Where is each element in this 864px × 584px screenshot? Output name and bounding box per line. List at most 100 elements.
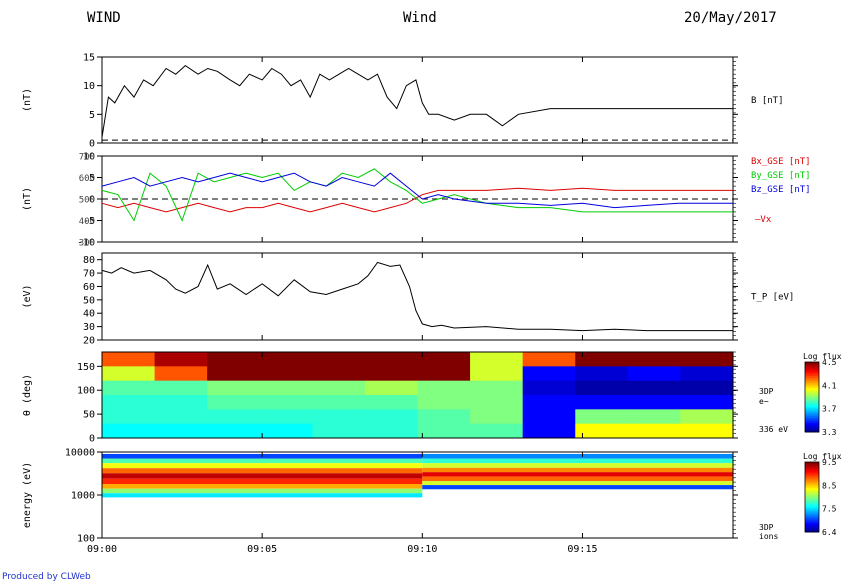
heatmap-cell <box>259 366 313 382</box>
y-tick-label: 150 <box>77 362 95 373</box>
y-tick-label: 15 <box>83 53 95 64</box>
heatmap-cell <box>102 423 156 439</box>
heatmap-cell <box>259 395 313 410</box>
heatmap-cell <box>417 380 471 396</box>
heatmap-cell <box>522 366 576 382</box>
heatmap-cell <box>154 423 208 439</box>
y-tick-label: 50 <box>83 410 95 421</box>
heatmap-cell <box>259 352 313 367</box>
heatmap-cell <box>627 409 681 425</box>
heatmap-cell <box>102 380 156 396</box>
right-label: 3DP <box>759 387 774 396</box>
heatmap-cell <box>364 395 418 410</box>
right-label: e− <box>759 397 769 406</box>
heatmap-cell <box>312 423 366 439</box>
heatmap-cell <box>470 395 524 410</box>
heatmap-cell <box>207 423 261 439</box>
heatmap-cell <box>312 366 366 382</box>
secondary-y-tick-label: 500 <box>79 196 95 206</box>
heatmap-cell <box>154 352 208 367</box>
heatmap-cell <box>575 423 629 439</box>
y-tick-label: 20 <box>83 336 95 347</box>
right-label: 3DP <box>759 523 774 532</box>
spectrogram-band <box>422 485 733 490</box>
heatmap-cell <box>364 380 418 396</box>
heatmap-cell <box>522 380 576 396</box>
y-axis-label: (nT) <box>22 88 33 112</box>
y-tick-label: 80 <box>83 255 95 266</box>
y-tick-label: 100 <box>77 386 95 397</box>
colorbar-tick-label: 4.1 <box>822 381 837 390</box>
y-axis-label: (nT) <box>22 187 33 211</box>
heatmap-cell <box>522 352 576 367</box>
heatmap-cell <box>470 352 524 367</box>
y-tick-label: 1000 <box>71 491 95 502</box>
heatmap-cell <box>102 395 156 410</box>
heatmap-cell <box>102 352 156 367</box>
heatmap-cell <box>102 366 156 382</box>
y-tick-label: 30 <box>83 322 95 333</box>
heatmap-cell <box>207 395 261 410</box>
spectrogram-band <box>102 463 423 469</box>
heatmap-cell <box>207 352 261 367</box>
heatmap-cell <box>312 395 366 410</box>
x-tick-label: 09:15 <box>567 544 597 555</box>
heatmap-cell <box>575 380 629 396</box>
right-label: 336 eV <box>759 425 788 434</box>
legend-label: By_GSE [nT] <box>751 171 811 181</box>
stacked-time-series-plot: 051015(nT) B [nT]-10-50510300400500600700… <box>22 53 842 556</box>
heatmap-cell <box>207 380 261 396</box>
heatmap-cell <box>312 409 366 425</box>
heatmap-cell <box>575 366 629 382</box>
heatmap-cell <box>470 423 524 439</box>
spectrogram-band <box>102 468 423 474</box>
y-tick-label: 10 <box>83 81 95 92</box>
heatmap-cell <box>522 423 576 439</box>
spectrogram-band <box>102 458 423 464</box>
heatmap-cell <box>259 409 313 425</box>
y-axis-label: (eV) <box>22 284 33 308</box>
panel-frame <box>101 56 734 144</box>
legend-label: T_P [eV] <box>751 293 794 303</box>
heatmap-cell <box>417 366 471 382</box>
spectrogram-band <box>422 463 733 468</box>
heatmap-cell <box>575 395 629 410</box>
spectrogram-band <box>102 484 423 489</box>
heatmap-cell <box>417 352 471 367</box>
y-tick-label: 70 <box>83 269 95 280</box>
legend-label: B [nT] <box>751 96 784 106</box>
series-line <box>101 261 733 332</box>
y-tick-label: 0 <box>89 434 95 445</box>
colorbar-tick-label: 3.3 <box>822 428 837 437</box>
heatmap-cell <box>154 395 208 410</box>
y-tick-label: 10000 <box>65 448 95 459</box>
x-tick-label: 09:05 <box>247 544 277 555</box>
heatmap-cell <box>364 352 418 367</box>
heatmap-cell <box>575 352 629 367</box>
colorbar-tick-label: 3.7 <box>822 405 837 414</box>
x-tick-label: 09:00 <box>87 544 117 555</box>
heatmap-cell <box>207 409 261 425</box>
colorbar-tick-label: 6.4 <box>822 528 837 537</box>
x-tick-label: 09:10 <box>407 544 437 555</box>
heatmap-cell <box>680 395 734 410</box>
spectrogram-band <box>422 481 733 486</box>
spectrogram-band <box>422 458 733 464</box>
heatmap-cell <box>364 409 418 425</box>
heatmap-cell <box>417 423 471 439</box>
panel-frame <box>101 252 734 341</box>
colorbar-tick-label: 9.5 <box>822 458 837 467</box>
heatmap-cell <box>259 423 313 439</box>
heatmap-cell <box>522 409 576 425</box>
y-tick-label: 0 <box>89 139 95 150</box>
heatmap-cell <box>470 409 524 425</box>
y-tick-label: 5 <box>89 110 95 121</box>
heatmap-cell <box>364 366 418 382</box>
heatmap-cell <box>627 380 681 396</box>
legend-label: Bx_GSE [nT] <box>751 157 811 167</box>
heatmap-cell <box>680 352 734 367</box>
colorbar-tick-label: 7.5 <box>822 505 837 514</box>
secondary-y-tick-label: 600 <box>79 174 95 184</box>
heatmap-cell <box>364 423 418 439</box>
y-tick-label: 100 <box>77 534 95 545</box>
